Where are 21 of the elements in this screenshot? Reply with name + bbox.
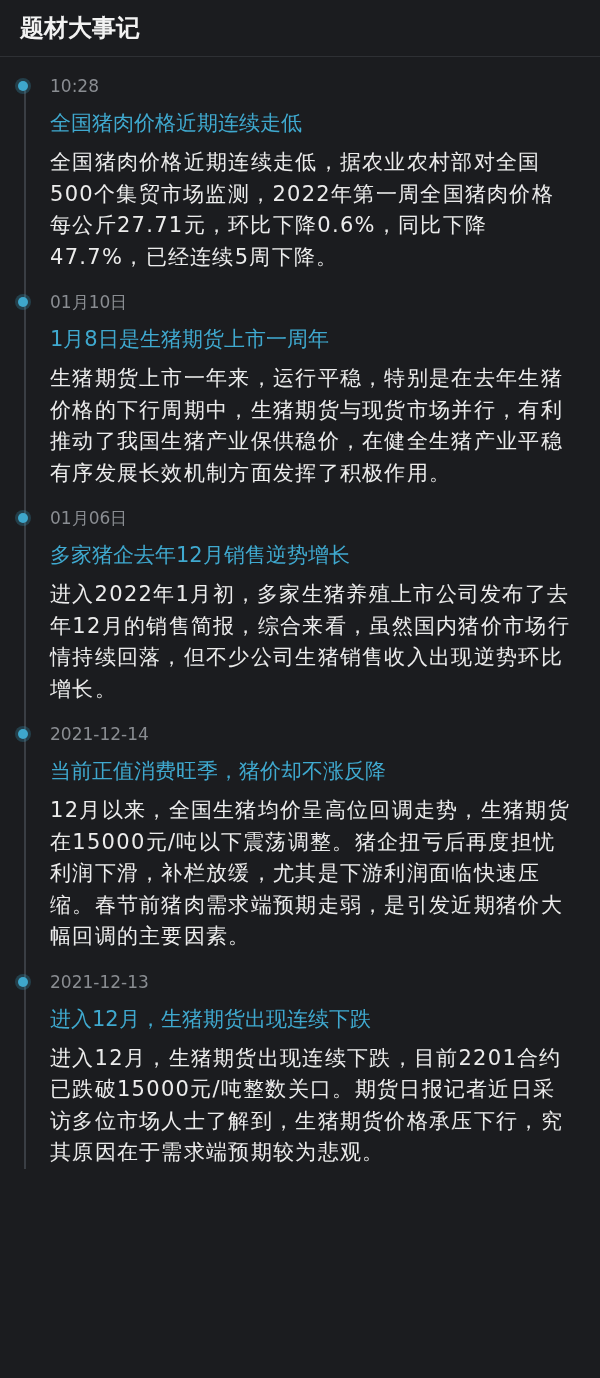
timeline-dot (18, 513, 28, 523)
timeline-dot (18, 81, 28, 91)
event-time: 2021-12-14 (50, 723, 150, 745)
event-description: 生猪期货上市一年来，运行平稳，特别是在去年生猪价格的下行周期中，生猪期货与现货市场并行，有利推动了我国生猪产业保供稳价，在健全生猪产业平稳有序发展长效机制方面发挥了积极作用。 (50, 365, 564, 487)
event-title[interactable]: 1月8日是生猪期货上市一周年 (50, 325, 570, 353)
event-time: 01月10日 (50, 291, 129, 313)
event-description: 全国猪肉价格近期连续走低，据农业农村部对全国500个集贸市场监测，2022年第一周全国猪肉价格每公斤27.71元，环比下降0.6%，同比下降47.7%，已经连续5周下降。 (50, 149, 556, 271)
event-title[interactable]: 全国猪肉价格近期连续走低 (50, 109, 570, 137)
event-title[interactable]: 进入12月，生猪期货出现连续下跌 (50, 1004, 570, 1033)
timeline-dot (18, 976, 28, 987)
timeline-dot (18, 729, 28, 739)
event-description: 进入2022年1月初，多家生猪养殖上市公司发布了去年12月的销售简报，综合来看，虽然国内猪价市场行情持续回落，但不少公司生猪销售收入出现逆势环比增长。 (50, 581, 570, 703)
event-description: 12月以来，全国生猪均价呈高位回调走势，生猪期货在15000元/吨以下震荡调整。猪企扭亏后再度担忧利润下滑，补栏放缓，尤其是下游利润面临快速压缩。春节前猪肉需求端预期走弱，是引发近期猪价大幅回调的主要因素。 (50, 797, 570, 950)
page-title: 题材大事记 (20, 13, 140, 44)
event-time: 2021-12-13 (50, 970, 150, 993)
event-description: 进入12月，生猪期货出现连续下跌，目前2201合约已跌破15000元/吨整数关口。期货日报记者近日采访多位市场人士了解到，生猪期货价格承压下行，究其原因在于需求端预期较为悲观。 (50, 1044, 564, 1166)
event-time: 10:28 (50, 75, 100, 97)
event-title[interactable]: 多家猪企去年12月销售逆势增长 (50, 541, 570, 569)
event-time: 01月06日 (50, 507, 129, 529)
timeline-dot (18, 297, 28, 307)
event-title[interactable]: 当前正值消费旺季，猪价却不涨反降 (50, 757, 570, 785)
